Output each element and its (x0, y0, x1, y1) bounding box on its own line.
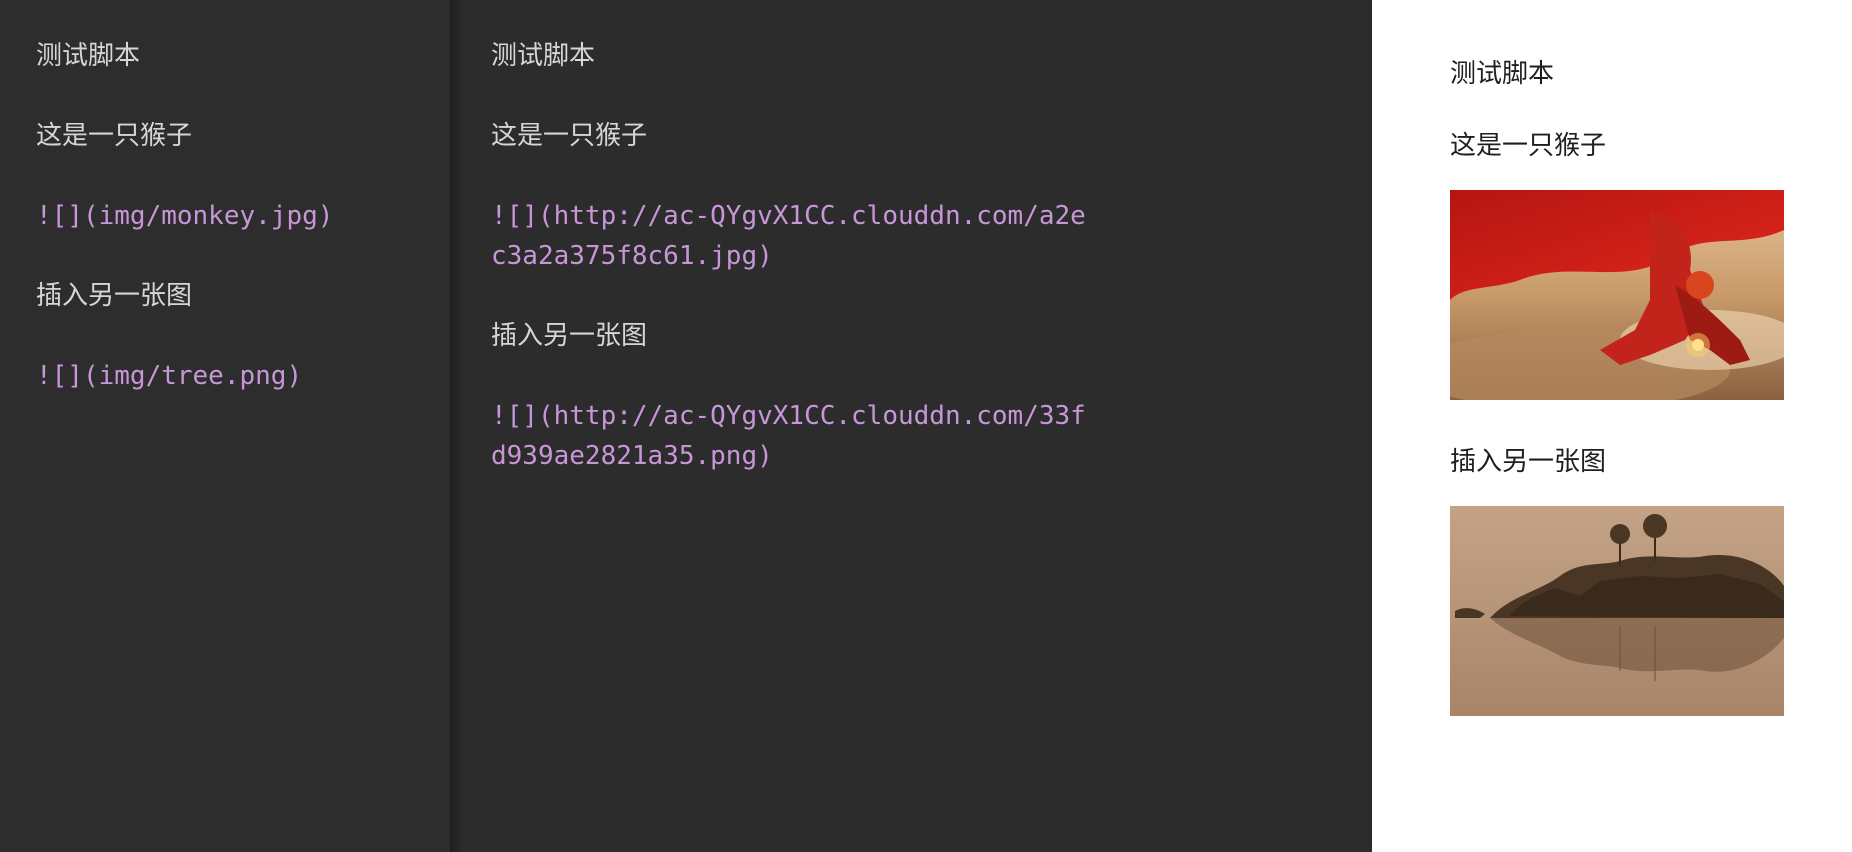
processed-line-title[interactable]: 测试脚本 (491, 36, 1372, 76)
editor-line-image-2[interactable]: ![](img/tree.png) (36, 356, 450, 396)
preview-paragraph-2: 插入另一张图 (1450, 447, 1607, 477)
editor-line-title[interactable]: 测试脚本 (36, 36, 450, 76)
source-editor-pane[interactable]: 测试脚本 这是一只猴子 ![](img/monkey.jpg) 插入另一张图 !… (0, 0, 464, 852)
editor-line-paragraph-2[interactable]: 插入另一张图 (36, 276, 450, 316)
editor-line-image-1[interactable]: ![](img/monkey.jpg) (36, 196, 450, 236)
processed-editor-pane[interactable]: 测试脚本 这是一只猴子 ![](http://ac-QYgvX1CC.cloud… (450, 0, 1372, 852)
tree-island-image (1450, 506, 1784, 716)
monkey-image (1450, 190, 1784, 400)
processed-line-paragraph-2[interactable]: 插入另一张图 (491, 316, 1372, 356)
preview-paragraph-1: 这是一只猴子 (1450, 131, 1607, 161)
processed-line-image-1[interactable]: ![](http://ac-QYgvX1CC.clouddn.com/a2ec3… (491, 196, 1091, 276)
preview-title: 测试脚本 (1450, 59, 1555, 89)
processed-line-image-2[interactable]: ![](http://ac-QYgvX1CC.clouddn.com/33fd9… (491, 396, 1091, 476)
processed-line-paragraph-1[interactable]: 这是一只猴子 (491, 116, 1372, 156)
markdown-editor-app: 测试脚本 这是一只猴子 ![](img/monkey.jpg) 插入另一张图 !… (0, 0, 1852, 852)
preview-pane: 测试脚本 这是一只猴子 插入另一张图 (1372, 0, 1852, 852)
editor-line-paragraph-1[interactable]: 这是一只猴子 (36, 116, 450, 156)
